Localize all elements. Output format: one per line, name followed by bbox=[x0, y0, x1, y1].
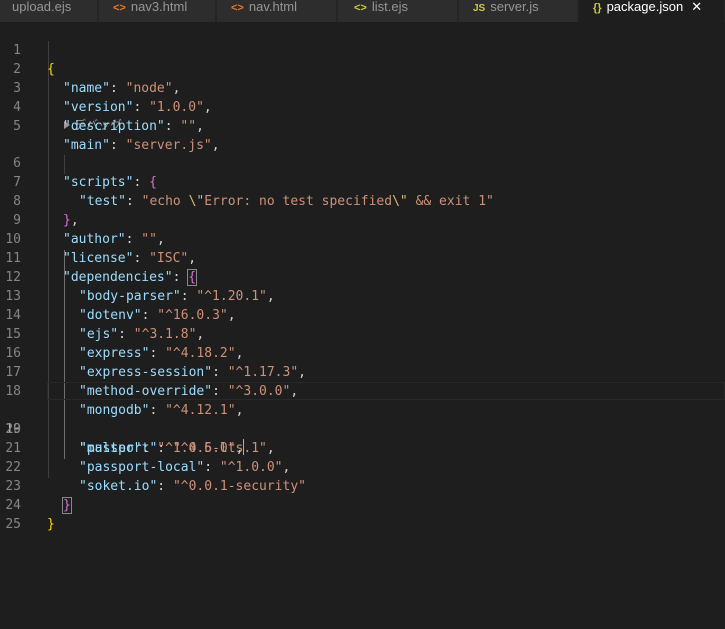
code-line: 20 "passport": "^0.6.0", bbox=[0, 401, 725, 456]
editor-tab-bar: upload.ejs <> nav3.html <> nav.html <> list… bbox=[0, 0, 725, 22]
code-line: 7 "test": "echo \"Error: no test specifi… bbox=[0, 154, 725, 209]
line-number: 5 bbox=[13, 119, 21, 134]
code-line: 16 "express-session": "^1.17.3", bbox=[0, 325, 725, 380]
code-line: 25 bbox=[0, 496, 725, 532]
current-line-highlight bbox=[47, 382, 725, 400]
tab-server-js[interactable]: JS server.js bbox=[459, 0, 578, 22]
tab-upload-ejs[interactable]: upload.ejs bbox=[0, 0, 98, 22]
tab-nav-html[interactable]: <> nav.html bbox=[217, 0, 337, 22]
code-line: 1 { bbox=[0, 22, 725, 77]
code-line: 3 "version": "1.0.0", bbox=[0, 60, 725, 115]
code-line: 15 "express": "^4.18.2", bbox=[0, 306, 725, 361]
code-line: 24 } bbox=[0, 477, 725, 532]
code-line: 5 "main": "server.js", bbox=[0, 98, 725, 153]
html-file-icon: <> bbox=[113, 2, 126, 14]
code-line: 11 "dependencies": { bbox=[0, 230, 725, 286]
close-icon[interactable]: ✕ bbox=[691, 0, 702, 14]
code-line: 14 "ejs": "^3.1.8", bbox=[0, 287, 725, 342]
html-file-icon: <> bbox=[231, 2, 244, 14]
tab-list-ejs[interactable]: <> list.ejs bbox=[338, 0, 458, 22]
code-line: 6 "scripts": { bbox=[0, 135, 725, 190]
tab-label: package.json bbox=[606, 0, 684, 14]
json-file-icon: {} bbox=[593, 2, 602, 14]
tab-label: nav3.html bbox=[130, 0, 188, 14]
code-line: 12 "body-parser": "^1.20.1", bbox=[0, 249, 725, 304]
tab-package-json[interactable]: {} package.json ✕ bbox=[579, 0, 725, 22]
code-line: 2 "name": "node", bbox=[0, 41, 725, 96]
ejs-file-icon: <> bbox=[354, 2, 367, 14]
js-file-icon: JS bbox=[473, 3, 486, 14]
tab-label: server.js bbox=[490, 0, 539, 14]
code-line: 21 "passport-local": "^1.0.0", bbox=[0, 420, 725, 475]
code-line: 9 "author": "", bbox=[0, 192, 725, 247]
code-line: 4 "description": "", bbox=[0, 79, 725, 134]
code-line: 10 "license": "ISC", bbox=[0, 211, 725, 266]
code-line-current: 19 "multer": "^1.4.5-lts.1", bbox=[0, 382, 725, 456]
code-line: 23 } bbox=[0, 458, 725, 514]
tab-label: list.ejs bbox=[371, 0, 408, 14]
code-editor[interactable]: デバッグ 1 { 2 "name": "node", 3 "version": … bbox=[0, 22, 725, 629]
code-line: 17 "method-override": "^3.0.0", bbox=[0, 344, 725, 399]
code-line: 13 "dotenv": "^16.0.3", bbox=[0, 268, 725, 323]
code-line: 22 "soket.io": "^0.0.1-security" bbox=[0, 439, 725, 494]
code-line: 8 }, bbox=[0, 173, 725, 228]
tab-label: upload.ejs bbox=[12, 0, 72, 14]
tab-label: nav.html bbox=[248, 0, 298, 14]
line-number: 25 bbox=[5, 517, 21, 532]
tab-nav3-html[interactable]: <> nav3.html bbox=[99, 0, 216, 22]
code-line: 18 "mongodb": "^4.12.1", bbox=[0, 363, 725, 418]
